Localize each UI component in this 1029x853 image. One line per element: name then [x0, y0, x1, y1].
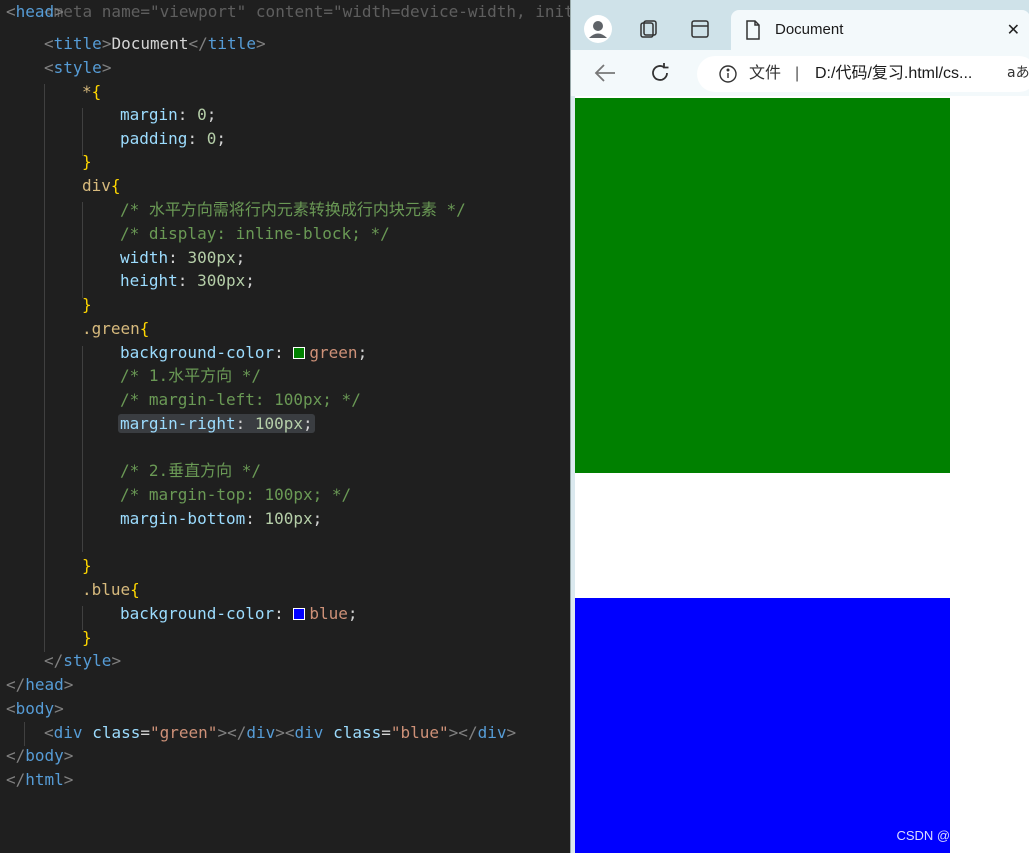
indent-guide — [82, 202, 83, 298]
info-icon — [719, 65, 737, 83]
tab-layout-icon — [691, 20, 709, 38]
green-color-swatch[interactable] — [293, 347, 306, 359]
read-aloud-icon[interactable]: aあ — [1007, 50, 1029, 96]
code-line-15: background-color: green; — [120, 343, 368, 362]
code-line-32: </body> — [6, 746, 74, 765]
address-bar[interactable]: 文件 | D:/代码/复习.html/cs... — [697, 56, 1029, 92]
code-line-8: div{ — [82, 176, 121, 195]
collections-button[interactable] — [631, 12, 665, 46]
green-div — [575, 98, 950, 473]
code-line-16: /* 1.水平方向 */ — [120, 366, 262, 385]
code-line-21: /* margin-top: 100px; */ — [120, 485, 352, 504]
vertical-tabs-button[interactable] — [683, 12, 717, 46]
code-line-6: padding: 0; — [120, 129, 226, 148]
document-icon — [746, 20, 760, 40]
code-line-25: .blue{ — [82, 580, 140, 599]
back-arrow-icon[interactable] — [593, 62, 617, 84]
code-line-18: margin-right: 100px; — [118, 412, 315, 436]
code-line-1: <head> — [6, 2, 64, 21]
blue-div — [575, 598, 950, 853]
code-line-10: /* display: inline-block; */ — [120, 224, 390, 243]
code-line-26: background-color: blue; — [120, 604, 358, 623]
watermark: CSDN @Ssrpn0809 — [896, 828, 1013, 843]
code-line-17: /* margin-left: 100px; */ — [120, 390, 361, 409]
code-line-2: <title>Document</title> — [44, 34, 266, 53]
code-editor[interactable]: <meta name="viewport" content="width=dev… — [0, 0, 570, 853]
address-info-label: 文件 — [749, 65, 782, 82]
code-line-28: </style> — [44, 651, 122, 670]
blue-color-swatch[interactable] — [293, 608, 306, 620]
selection-highlight: margin-right: 100px; — [118, 414, 315, 433]
page-viewport — [575, 96, 1029, 853]
refresh-icon[interactable] — [649, 62, 671, 84]
address-separator: | — [795, 65, 800, 82]
code-line-5: margin: 0; — [120, 105, 217, 124]
navigation-bar: 文件 | D:/代码/复习.html/cs... aあ — [571, 50, 1029, 96]
code-line-11: width: 300px; — [120, 248, 246, 267]
code-line-27: } — [82, 628, 92, 647]
code-line-33: </html> — [6, 770, 74, 789]
code-line-13: } — [82, 295, 92, 314]
browser-window: Document ✕ 文件 | D:/代码/复习.html/cs... aあ — [570, 0, 1029, 853]
tab-bar: Document ✕ — [571, 0, 1029, 56]
indent-guide — [82, 346, 83, 552]
code-line-30: <body> — [6, 699, 64, 718]
address-url: D:/代码/复习.html/cs... — [815, 65, 973, 82]
indent-guide — [44, 84, 45, 652]
code-line-24: } — [82, 556, 92, 575]
code-line-9: /* 水平方向需将行内元素转换成行内块元素 */ — [120, 200, 466, 219]
code-line-14: .green{ — [82, 319, 150, 338]
tab-title: Document — [775, 21, 844, 38]
code-line-20: /* 2.垂直方向 */ — [120, 461, 262, 480]
code-line-29: </head> — [6, 675, 74, 694]
code-line-31: <div class="green"></div><div class="blu… — [44, 723, 517, 742]
collections-icon — [640, 20, 657, 38]
code-line-3: <style> — [44, 58, 112, 77]
indent-guide — [82, 108, 83, 156]
indent-guide — [24, 722, 25, 746]
code-line-ghost: <meta name="viewport" content="width=dev… — [44, 2, 570, 21]
code-line-4: *{ — [82, 82, 102, 101]
close-tab-icon[interactable]: ✕ — [1007, 10, 1020, 50]
code-line-12: height: 300px; — [120, 271, 255, 290]
profile-icon — [584, 15, 612, 43]
code-line-7: } — [82, 152, 92, 171]
code-line-22: margin-bottom: 100px; — [120, 509, 323, 528]
profile-button[interactable] — [581, 12, 615, 46]
